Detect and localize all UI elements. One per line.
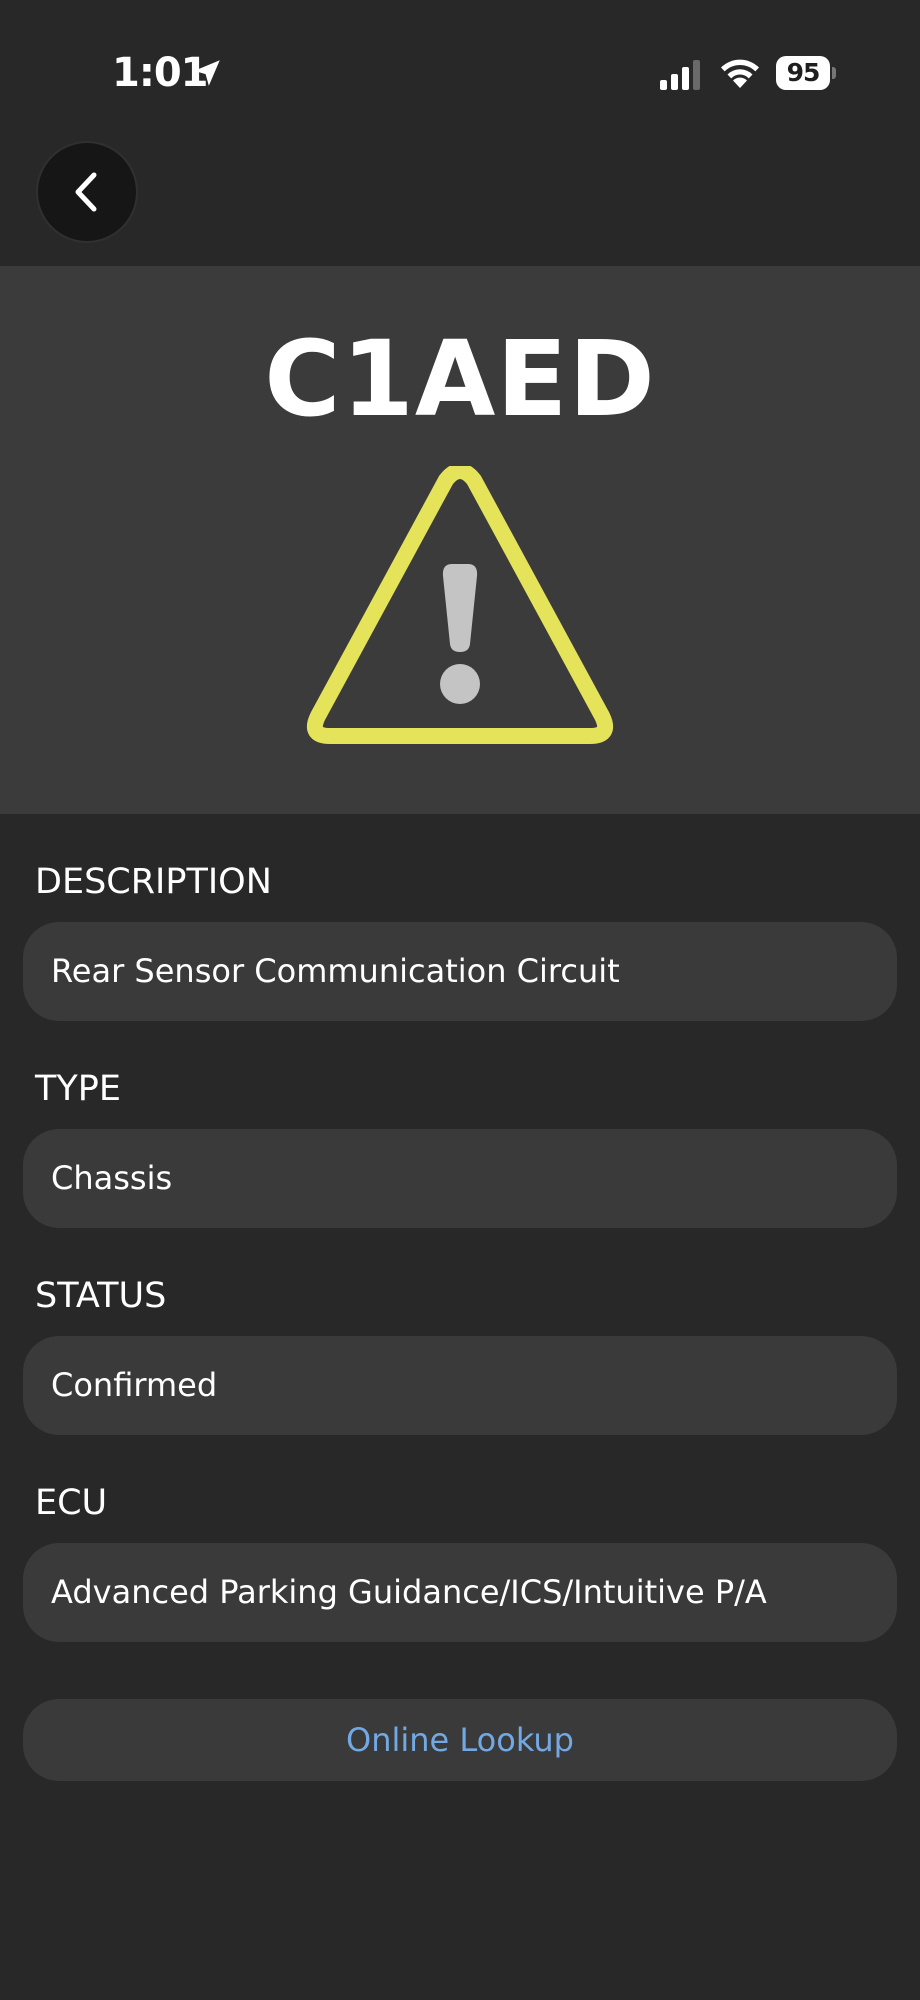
- back-button[interactable]: [38, 143, 136, 241]
- ecu-label: ECU: [35, 1483, 108, 1523]
- description-value: Rear Sensor Communication Circuit: [51, 952, 620, 990]
- battery-cap: [832, 67, 836, 79]
- dtc-code: C1AED: [264, 318, 656, 440]
- warning-triangle-icon: [307, 466, 613, 744]
- online-lookup-button[interactable]: Online Lookup: [23, 1699, 897, 1781]
- type-field: Chassis: [23, 1129, 897, 1228]
- ecu-value: Advanced Parking Guidance/ICS/Intuitive …: [51, 1573, 767, 1611]
- battery-level: 95: [776, 56, 830, 90]
- description-label: DESCRIPTION: [35, 862, 272, 902]
- status-bar: 1:01 95: [0, 0, 920, 130]
- wifi-icon: [721, 59, 759, 88]
- type-label: TYPE: [35, 1069, 121, 1109]
- location-arrow-icon: [194, 60, 220, 86]
- status-label: STATUS: [35, 1276, 167, 1316]
- cellular-signal-icon: [660, 60, 700, 90]
- ecu-field: Advanced Parking Guidance/ICS/Intuitive …: [23, 1543, 897, 1642]
- status-value: Confirmed: [51, 1366, 218, 1404]
- status-field: Confirmed: [23, 1336, 897, 1435]
- battery-icon: 95: [776, 56, 836, 90]
- chevron-left-icon: [75, 172, 97, 212]
- dtc-header: C1AED: [0, 266, 920, 814]
- type-value: Chassis: [51, 1159, 173, 1197]
- description-field: Rear Sensor Communication Circuit: [23, 922, 897, 1021]
